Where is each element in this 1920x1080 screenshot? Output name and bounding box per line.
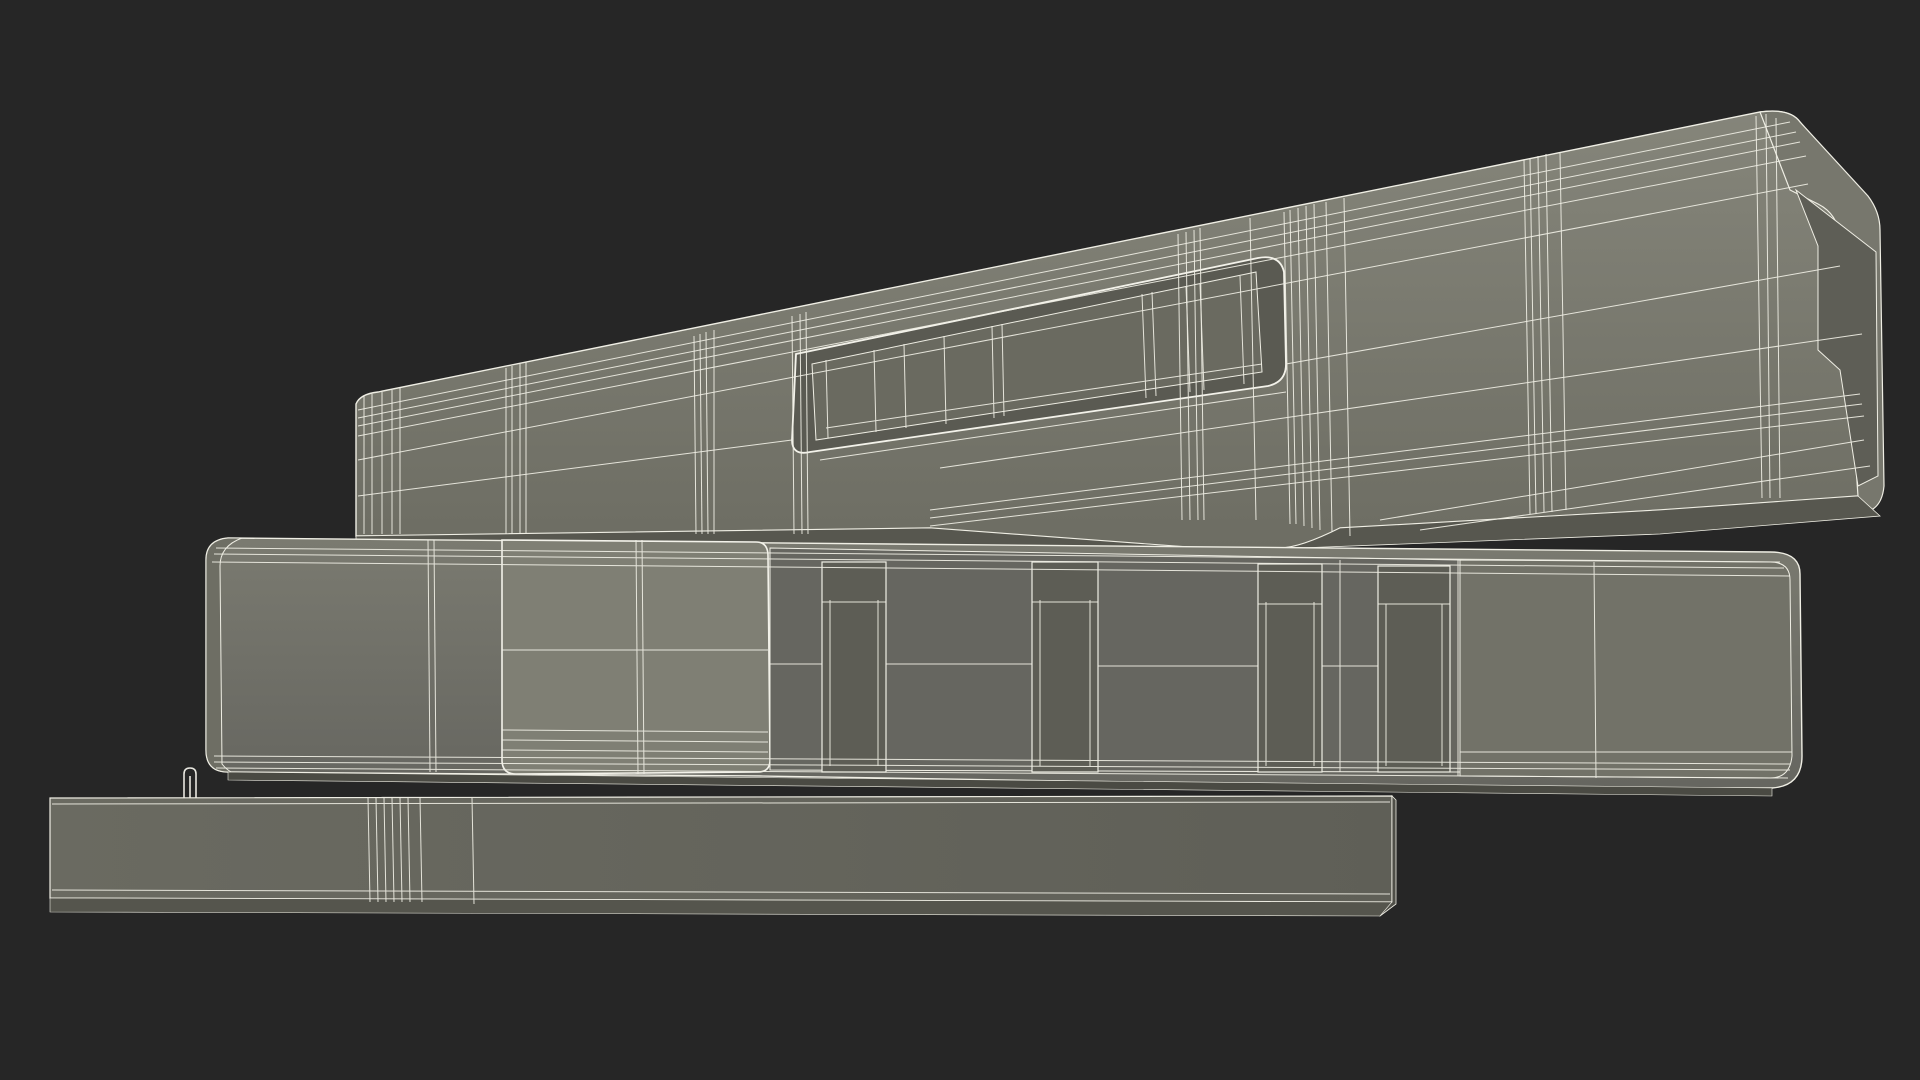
base-slab [49,795,1397,917]
door-3 [1257,563,1323,773]
door-2 [1031,561,1099,773]
house-wireframe-render [49,110,1885,917]
3d-viewport[interactable] [0,0,1920,1080]
middle-right-section [1459,559,1793,779]
middle-volume [183,537,1803,800]
upper-volume [355,110,1885,549]
door-1 [821,561,887,773]
door-4 [1377,565,1451,773]
stair-railing [183,767,197,800]
base-front-face [49,795,1393,903]
